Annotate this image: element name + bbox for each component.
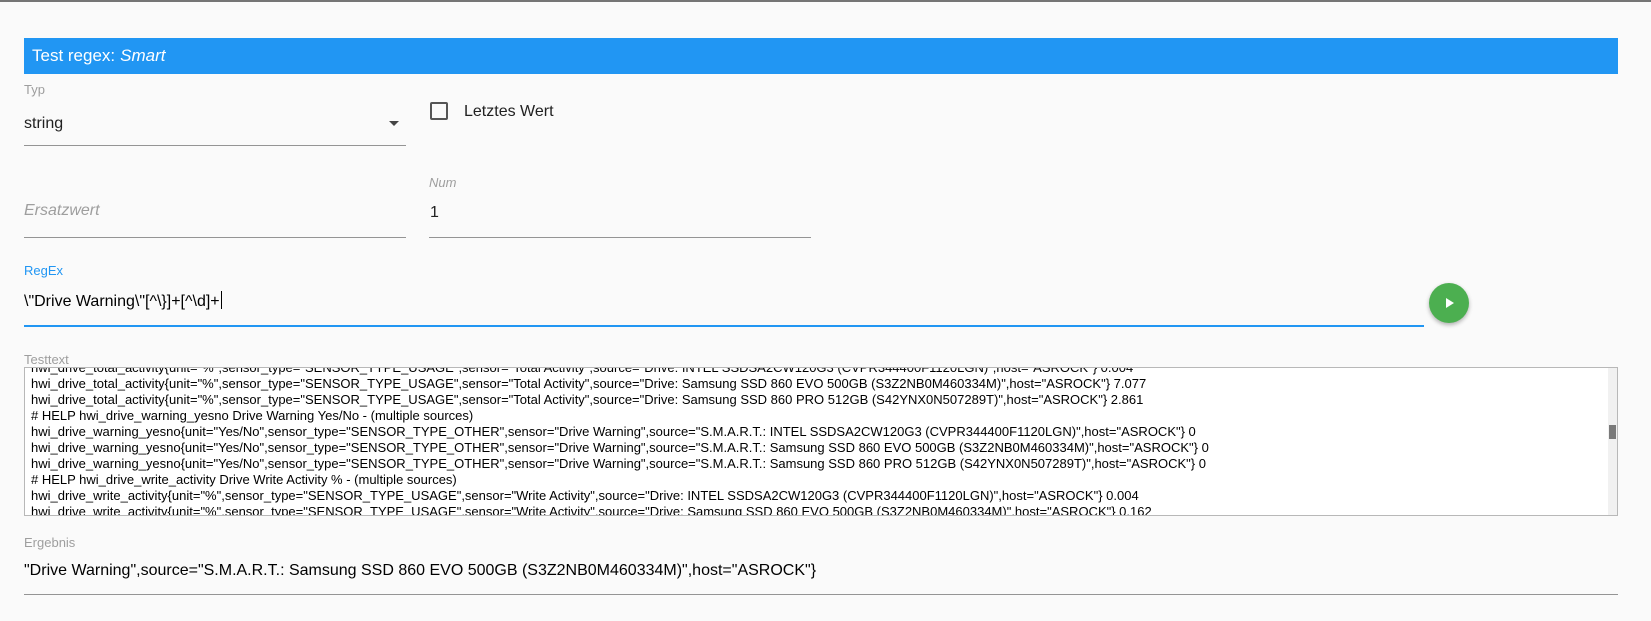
testtext-line: hwi_drive_warning_yesno{unit="Yes/No",se… [31, 456, 1206, 471]
testtext-line: hwi_drive_warning_yesno{unit="Yes/No",se… [31, 424, 1196, 439]
num-label: Num [429, 175, 457, 190]
testtext-textarea[interactable]: hwi_drive_total_activity{unit="%",sensor… [24, 367, 1618, 516]
run-regex-button[interactable] [1429, 283, 1469, 323]
typ-underline [24, 145, 406, 146]
regex-input[interactable]: \"Drive Warning\"[^\}]+[^\d]+ [24, 282, 1424, 327]
dialog-title-bar: Test regex: Smart [24, 38, 1618, 74]
typ-select-value: string [24, 115, 64, 132]
num-underline [429, 237, 811, 238]
testtext-label: Testtext [24, 352, 69, 367]
ergebnis-field[interactable]: "Drive Warning",source="S.M.A.R.T.: Sams… [24, 555, 1618, 595]
top-divider [0, 0, 1651, 2]
ergebnis-value: "Drive Warning",source="S.M.A.R.T.: Sams… [24, 562, 817, 579]
letztes-wert-label: Letztes Wert [464, 103, 554, 120]
testtext-line: # HELP hwi_drive_write_activity Drive Wr… [31, 472, 457, 487]
ersatzwert-underline [24, 237, 406, 238]
regex-value: \"Drive Warning\"[^\}]+[^\d]+ [24, 293, 220, 310]
ersatzwert-input[interactable]: Ersatzwert [24, 196, 406, 238]
testtext-line: hwi_drive_total_activity{unit="%",sensor… [31, 367, 1134, 375]
testtext-line: hwi_drive_total_activity{unit="%",sensor… [31, 376, 1147, 391]
testtext-line: hwi_drive_warning_yesno{unit="Yes/No",se… [31, 440, 1209, 455]
dropdown-arrow-icon [389, 121, 399, 126]
dialog-title-name: Smart [120, 46, 166, 65]
testtext-line: # HELP hwi_drive_warning_yesno Drive War… [31, 408, 474, 423]
text-caret [220, 291, 222, 309]
typ-label: Typ [24, 82, 45, 97]
testtext-line: hwi_drive_write_activity{unit="%",sensor… [31, 504, 1152, 516]
testtext-line: hwi_drive_write_activity{unit="%",sensor… [31, 488, 1139, 503]
num-input[interactable]: 1 [429, 196, 811, 238]
testtext-scroll-thumb[interactable] [1609, 425, 1616, 439]
testtext-scrollbar[interactable] [1608, 368, 1617, 515]
ergebnis-underline [24, 594, 1618, 595]
num-value: 1 [430, 204, 439, 221]
play-icon [1446, 298, 1454, 308]
letztes-wert-checkbox[interactable]: Letztes Wert [429, 100, 579, 124]
checkbox-icon [430, 102, 448, 120]
regex-label: RegEx [24, 263, 64, 278]
testtext-line: hwi_drive_total_activity{unit="%",sensor… [31, 392, 1144, 407]
typ-select[interactable]: string [24, 100, 406, 146]
ersatzwert-placeholder: Ersatzwert [24, 202, 100, 219]
testtext-content: hwi_drive_total_activity{unit="%",sensor… [31, 367, 1603, 516]
ergebnis-label: Ergebnis [24, 535, 76, 550]
regex-underline-focused [24, 325, 1424, 327]
dialog-title-prefix: Test regex: [32, 46, 116, 65]
